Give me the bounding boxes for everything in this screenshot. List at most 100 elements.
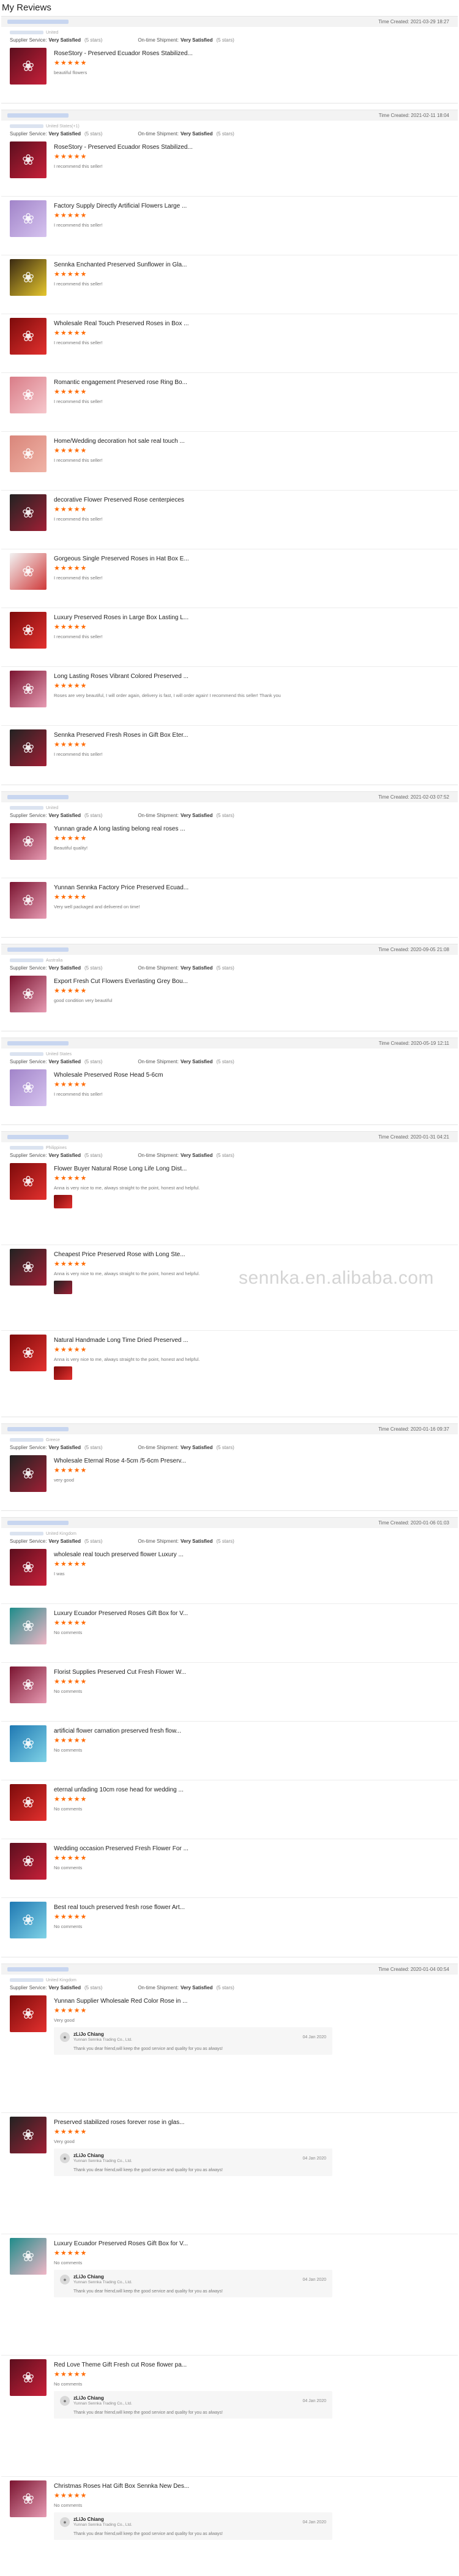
supplier-service-stars: (5 stars) [84,1984,103,1990]
product-title-link[interactable]: Sennka Enchanted Preserved Sunflower in … [54,262,450,270]
product-thumbnail[interactable]: ❀ [10,200,47,237]
product-title-link[interactable]: Luxury Preserved Roses in Large Box Last… [54,614,450,623]
page-title: My Reviews [2,2,51,13]
order-id-redacted[interactable] [7,1521,69,1525]
product-title-link[interactable]: wholesale real touch preserved flower Lu… [54,1551,450,1560]
product-thumbnail[interactable]: ❀ [10,882,47,919]
product-title-link[interactable]: artificial flower carnation preserved fr… [54,1728,450,1736]
product-title-link[interactable]: Flower Buyer Natural Rose Long Life Long… [54,1166,450,1174]
product-title-link[interactable]: eternal unfading 10cm rose head for wedd… [54,1787,450,1795]
order-id-redacted[interactable] [7,947,69,952]
product-title-link[interactable]: Natural Handmade Long Time Dried Preserv… [54,1337,450,1346]
product-title-link[interactable]: decorative Flower Preserved Rose centerp… [54,497,450,505]
order-id-redacted[interactable] [7,113,69,118]
product-thumbnail[interactable]: ❀ [10,1666,47,1703]
order-id-redacted[interactable] [7,795,69,799]
time-created: Time Created: 2021-02-11 18:04 [379,113,449,118]
reply-author: zLiJo Chiang Yunnan Sennka Trading Co., … [73,2274,132,2285]
product-thumbnail[interactable]: ❀ [10,612,47,649]
product-thumbnail[interactable]: ❀ [10,1249,47,1286]
product-thumbnail[interactable]: ❀ [10,48,47,85]
review-photo[interactable] [54,1366,72,1380]
product-thumbnail[interactable]: ❀ [10,2480,47,2517]
product-thumbnail[interactable]: ❀ [10,1843,47,1880]
product-title-link[interactable]: Gorgeous Single Preserved Roses in Hat B… [54,555,450,564]
service-rating-line: Supplier Service: Very Satisfied (5 star… [10,129,450,138]
product-thumbnail[interactable]: ❀ [10,823,47,860]
product-thumbnail[interactable]: ❀ [10,377,47,413]
order-id-redacted[interactable] [7,1135,69,1139]
product-thumbnail[interactable]: ❀ [10,553,47,590]
product-title-link[interactable]: Red Love Theme Gift Fresh cut Rose flowe… [54,2362,450,2370]
order-id-redacted[interactable] [7,1967,69,1972]
product-title-link[interactable]: Home/Wedding decoration hot sale real to… [54,438,450,446]
product-title-link[interactable]: Wholesale Real Touch Preserved Roses in … [54,320,450,329]
review-text: I recommend this seller! [54,1091,103,1097]
review-info: Luxury Preserved Roses in Large Box Last… [54,612,450,663]
product-thumbnail[interactable]: ❀ [10,1335,47,1371]
product-thumbnail[interactable]: ❀ [10,976,47,1012]
product-thumbnail[interactable]: ❀ [10,2359,47,2396]
product-title-link[interactable]: RoseStory - Preserved Ecuador Roses Stab… [54,144,450,153]
product-thumbnail[interactable]: ❀ [10,1549,47,1586]
product-title-link[interactable]: Wedding occasion Preserved Fresh Flower … [54,1845,450,1854]
product-title-link[interactable]: Export Fresh Cut Flowers Everlasting Gre… [54,978,450,987]
product-title-link[interactable]: Romantic engagement Preserved rose Ring … [54,379,450,388]
product-title-link[interactable]: Luxury Ecuador Preserved Roses Gift Box … [54,1610,450,1619]
product-title-link[interactable]: Factory Supply Directly Artificial Flowe… [54,203,450,211]
product-title-link[interactable]: Preserved stabilized roses forever rose … [54,2119,450,2128]
product-thumbnail[interactable]: ❀ [10,259,47,296]
product-title-link[interactable]: Cheapest Price Preserved Rose with Long … [54,1251,450,1260]
product-thumbnail[interactable]: ❀ [10,141,47,178]
product-thumbnail[interactable]: ❀ [10,494,47,531]
product-thumbnail[interactable]: ❀ [10,318,47,355]
review-item: ❀ Yunnan Supplier Wholesale Red Color Ro… [1,1992,458,2113]
product-thumbnail[interactable]: ❀ [10,1902,47,1938]
product-thumbnail[interactable]: ❀ [10,1455,47,1492]
review-info: Long Lasting Roses Vibrant Colored Prese… [54,671,450,721]
product-title-link[interactable]: Long Lasting Roses Vibrant Colored Prese… [54,673,450,682]
product-title-link[interactable]: Yunnan Sennka Factory Price Preserved Ec… [54,884,450,893]
order-header: Time Created: 2020-01-31 04:21 [1,1131,458,1142]
product-thumbnail[interactable]: ❀ [10,2238,47,2275]
review-photo[interactable] [54,1281,72,1294]
review-info: Preserved stabilized roses forever rose … [54,2117,450,2230]
order-id-redacted[interactable] [7,1427,69,1431]
order-header: Time Created: 2020-01-06 01:03 [1,1517,458,1528]
product-thumbnail[interactable]: ❀ [10,1995,47,2032]
ontime-shipment-label: On-time Shipment: [138,812,179,818]
ontime-shipment-stars: (5 stars) [216,1444,234,1450]
product-thumbnail[interactable]: ❀ [10,1163,47,1200]
product-title-link[interactable]: Yunnan grade A long lasting belong real … [54,826,450,834]
order-id-redacted[interactable] [7,20,69,24]
product-thumbnail[interactable]: ❀ [10,435,47,472]
product-thumbnail[interactable]: ❀ [10,1608,47,1644]
product-title-link[interactable]: Yunnan Supplier Wholesale Red Color Rose… [54,1998,450,2006]
product-thumbnail[interactable]: ❀ [10,729,47,766]
time-created-value: 2021-02-03 07:52 [410,794,449,800]
order-id-redacted[interactable] [7,1041,69,1045]
product-thumbnail[interactable]: ❀ [10,1784,47,1821]
reply-message: Thank you dear friend,will keep the good… [73,2532,223,2536]
product-title-link[interactable]: Luxury Ecuador Preserved Roses Gift Box … [54,2240,450,2249]
product-title-link[interactable]: Christmas Roses Hat Gift Box Sennka New … [54,2483,450,2491]
product-title-link[interactable]: Wholesale Preserved Rose Head 5-6cm [54,1072,450,1080]
reply-name: zLiJo Chiang [73,2395,104,2401]
product-title-link[interactable]: Best real touch preserved fresh rose flo… [54,1904,450,1913]
product-thumbnail[interactable]: ❀ [10,1069,47,1106]
product-thumbnail[interactable]: ❀ [10,671,47,707]
product-title-link[interactable]: Florist Supplies Preserved Cut Fresh Flo… [54,1669,450,1678]
review-info: Gorgeous Single Preserved Roses in Hat B… [54,553,450,604]
product-thumbnail[interactable]: ❀ [10,1725,47,1762]
rating-stars: ★★★★★ [54,1467,88,1474]
time-created-label: Time Created: [378,1426,409,1432]
reply-date: 04 Jan 2020 [302,2156,326,2161]
user-avatar-icon: ● [60,2275,70,2284]
product-thumbnail[interactable]: ❀ [10,2117,47,2153]
buyer-country: Australia [46,958,63,963]
product-title-link[interactable]: RoseStory - Preserved Ecuador Roses Stab… [54,50,450,59]
supplier-service-label: Supplier Service: [10,1984,47,1990]
product-title-link[interactable]: Sennka Preserved Fresh Roses in Gift Box… [54,732,450,740]
review-photo[interactable] [54,1195,72,1208]
product-title-link[interactable]: Wholesale Eternal Rose 4-5cm /5-6cm Pres… [54,1458,450,1466]
